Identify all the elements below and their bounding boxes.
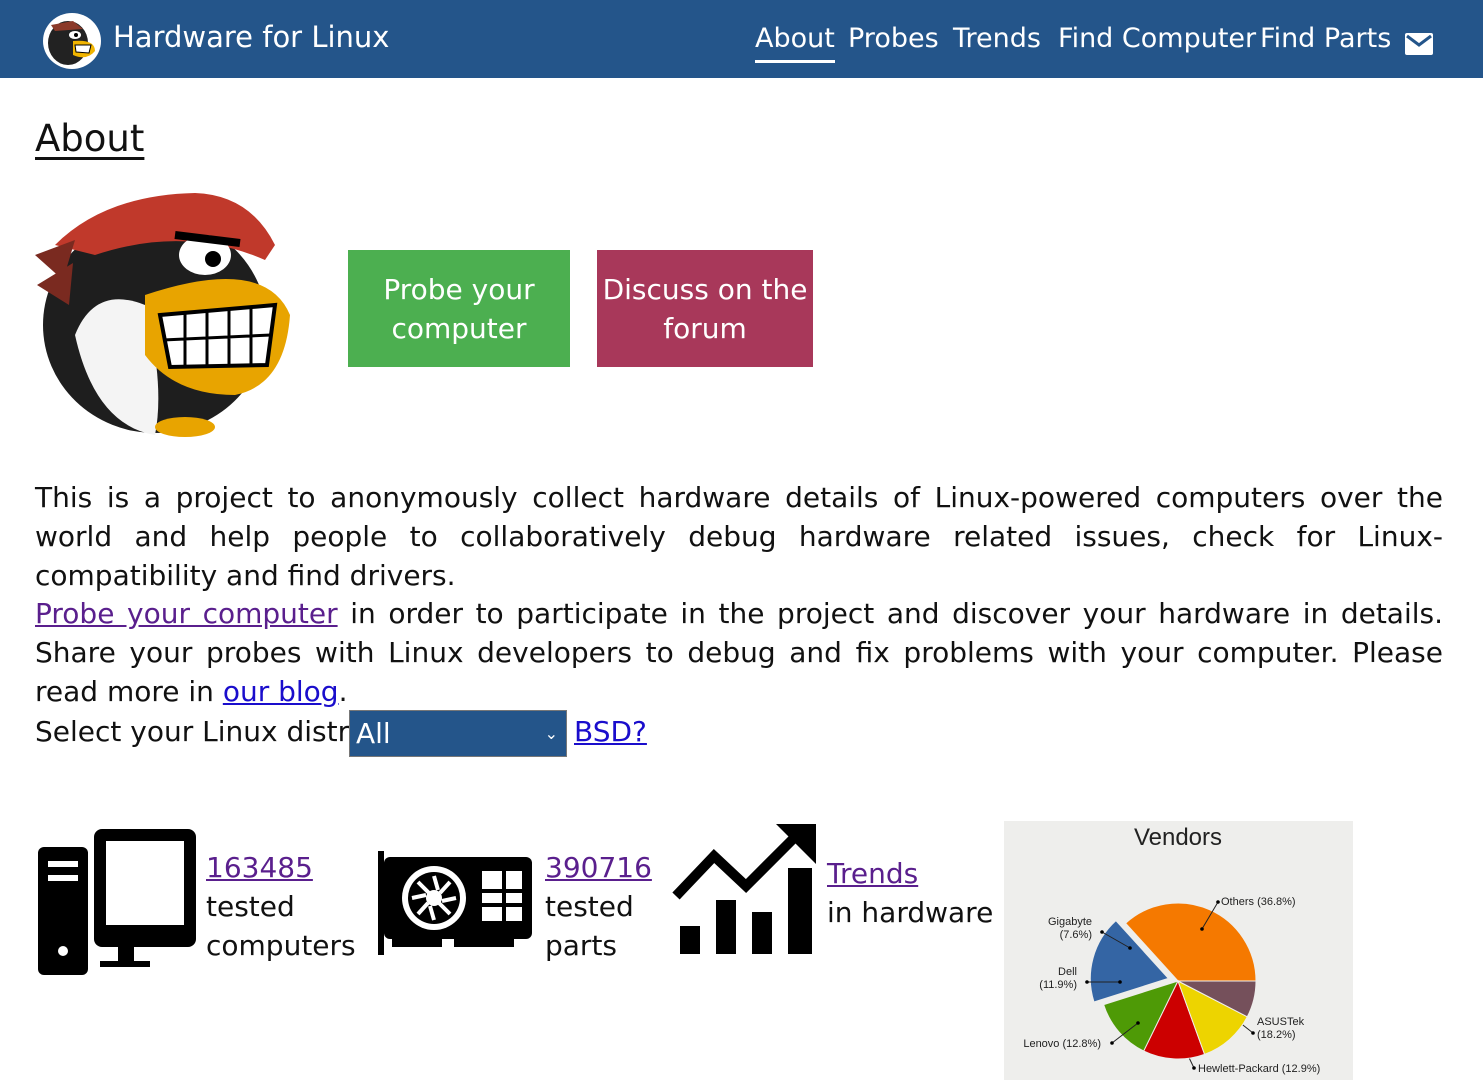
stat-trends: Trends in hardware [827, 854, 993, 932]
pie-leader-dot [1192, 1066, 1196, 1070]
trends-label: in hardware [827, 896, 994, 929]
distro-selected-value: All [356, 717, 391, 750]
angry-penguin-mascot-icon [35, 193, 290, 437]
pie-leader-dot [1136, 1021, 1140, 1025]
pie-leader-dot [1118, 980, 1122, 984]
computers-label-1: tested [206, 890, 295, 923]
stat-parts: 390716 tested parts [545, 848, 652, 965]
stat-computers: 163485 tested computers [206, 848, 356, 965]
nav-about[interactable]: About [755, 23, 835, 63]
pie-slice-label: Hewlett-Packard (12.9%) [1198, 1063, 1320, 1075]
pie-slice-label: Gigabyte (7.6%) [1048, 916, 1092, 941]
our-blog-link[interactable]: our blog [223, 675, 339, 708]
page-title: About [35, 117, 145, 160]
trends-chart-icon[interactable] [672, 824, 818, 956]
parts-label-1: tested [545, 890, 634, 923]
cta-end: . [338, 675, 348, 708]
pie-slice-label: Dell (11.9%) [1039, 966, 1077, 991]
pie-leader-dot [1200, 927, 1204, 931]
mail-icon[interactable] [1405, 33, 1433, 55]
intro-paragraph: This is a project to anonymously collect… [35, 481, 1443, 592]
computers-count-link[interactable]: 163485 [206, 848, 356, 887]
pie-leader-dot [1251, 1031, 1255, 1035]
distro-select[interactable]: All ⌄ [349, 710, 567, 757]
pie-leader-dot [1100, 930, 1104, 934]
parts-count-link[interactable]: 390716 [545, 848, 652, 887]
vendors-pie-svg: Vendors Others (36.8%) ASUSTek (18.2%) Hewl… [1023, 824, 1320, 1075]
nav-find-computer[interactable]: Find Computer [1058, 23, 1256, 60]
nav-find-parts[interactable]: Find Parts [1260, 23, 1391, 60]
discuss-on-forum-button[interactable]: Discuss on the forum [597, 250, 813, 367]
nav-trends[interactable]: Trends [953, 23, 1041, 60]
chevron-down-icon: ⌄ [544, 724, 558, 743]
distro-label: Select your Linux distro: [35, 715, 376, 748]
pie-leader-dot [1216, 900, 1220, 904]
graphics-card-icon[interactable] [378, 851, 534, 955]
pie-leader-dot [1085, 980, 1089, 984]
probe-computer-link[interactable]: Probe your computer [35, 597, 338, 630]
pie-leader-dot [1110, 1041, 1114, 1045]
vendors-chart[interactable]: Vendors Others (36.8%) ASUSTek (18.2%) Hewl… [1004, 821, 1353, 1080]
site-title[interactable]: Hardware for Linux [113, 20, 389, 54]
trends-link[interactable]: Trends [827, 854, 993, 893]
bsd-link[interactable]: BSD? [574, 715, 647, 748]
parts-label-2: parts [545, 929, 618, 962]
nav-probes[interactable]: Probes [848, 23, 939, 60]
pie-slice-label: ASUSTek (18.2%) [1257, 1016, 1305, 1041]
desktop-computer-icon[interactable] [38, 829, 196, 977]
computers-label-2: computers [206, 929, 356, 962]
pie-slice-label: Others (36.8%) [1221, 896, 1296, 908]
probe-your-computer-button[interactable]: Probe your computer [348, 250, 570, 367]
penguin-logo-icon[interactable] [43, 13, 101, 69]
cta-paragraph: Probe your computer in order to particip… [35, 594, 1443, 711]
chart-title: Vendors [1134, 824, 1222, 851]
pie-slice-label: Lenovo (12.8%) [1023, 1038, 1101, 1050]
top-bar: Hardware for Linux About Probes Trends F… [0, 0, 1483, 78]
pie-leader-dot [1128, 946, 1132, 950]
